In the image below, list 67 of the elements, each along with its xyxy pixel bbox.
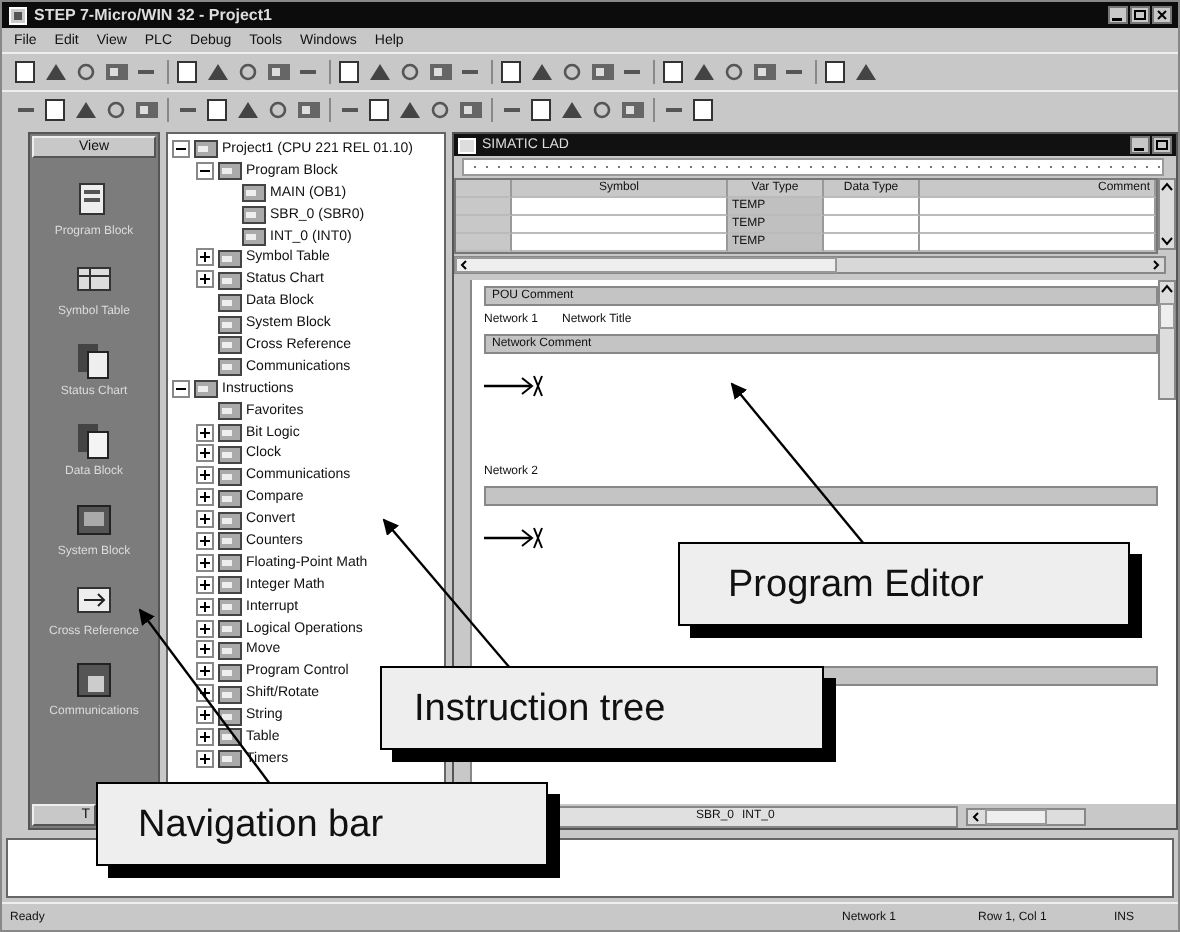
window-icon [458,137,476,153]
app-icon [8,5,28,25]
expand-icon[interactable] [196,575,214,594]
maximize-icon[interactable] [1152,136,1172,154]
block-icon [218,596,242,617]
expand-icon[interactable] [196,248,214,267]
block-icon [218,618,242,639]
table-cell [824,216,920,234]
block-icon [194,138,218,159]
block-icon [218,443,242,464]
expand-icon[interactable] [196,444,214,463]
scrollbar[interactable] [1158,280,1176,400]
block-icon [218,552,242,573]
block-icon [218,639,242,660]
expand-icon[interactable] [196,706,214,725]
collapse-icon[interactable] [196,161,214,180]
scrollbar[interactable] [454,256,1166,274]
table-cell [824,234,920,252]
expand-icon[interactable] [196,531,214,550]
block-icon [218,705,242,726]
expand-icon[interactable] [196,466,214,485]
block-icon [218,748,242,769]
expand-icon[interactable] [196,749,214,768]
block-icon [218,334,242,355]
block-icon [218,530,242,551]
block-icon [218,160,242,181]
collapse-icon[interactable] [172,379,190,398]
block-icon [218,269,242,290]
block-icon [218,291,242,312]
block-icon [218,487,242,508]
expand-icon[interactable] [196,270,214,289]
expand-icon[interactable] [196,488,214,507]
block-icon [218,683,242,704]
block-icon [218,247,242,268]
block-icon[interactable] [73,420,114,460]
expand-icon[interactable] [196,619,214,638]
minimize-icon[interactable] [1130,136,1150,154]
close-icon[interactable] [1152,6,1172,24]
block-icon[interactable] [74,500,114,540]
block-icon [242,226,266,246]
block-icon [242,182,266,203]
block-icon [218,509,242,530]
block-icon[interactable] [74,660,114,700]
expand-icon[interactable] [196,510,214,529]
maximize-icon[interactable] [1130,6,1150,24]
block-icon [218,313,242,334]
block-icon[interactable] [73,340,114,380]
block-icon [218,400,242,421]
scrollbar[interactable] [966,807,1086,825]
block-icon [242,204,266,225]
block-icon [218,422,242,443]
block-icon [218,465,242,486]
expand-icon[interactable] [196,640,214,659]
collapse-icon[interactable] [172,139,190,158]
block-icon [218,661,242,682]
expand-icon[interactable] [196,662,214,681]
expand-icon[interactable] [196,597,214,616]
window-title: STEP 7-Micro/WIN 32 - Project1 [34,6,274,24]
block-icon [194,378,218,399]
block-icon [218,574,242,595]
expand-icon[interactable] [196,727,214,746]
table-cell [824,198,920,216]
expand-icon[interactable] [196,553,214,572]
minimize-icon[interactable] [1108,6,1128,24]
block-icon [218,356,242,377]
expand-icon[interactable] [196,423,214,442]
scrollbar[interactable] [1158,178,1176,250]
